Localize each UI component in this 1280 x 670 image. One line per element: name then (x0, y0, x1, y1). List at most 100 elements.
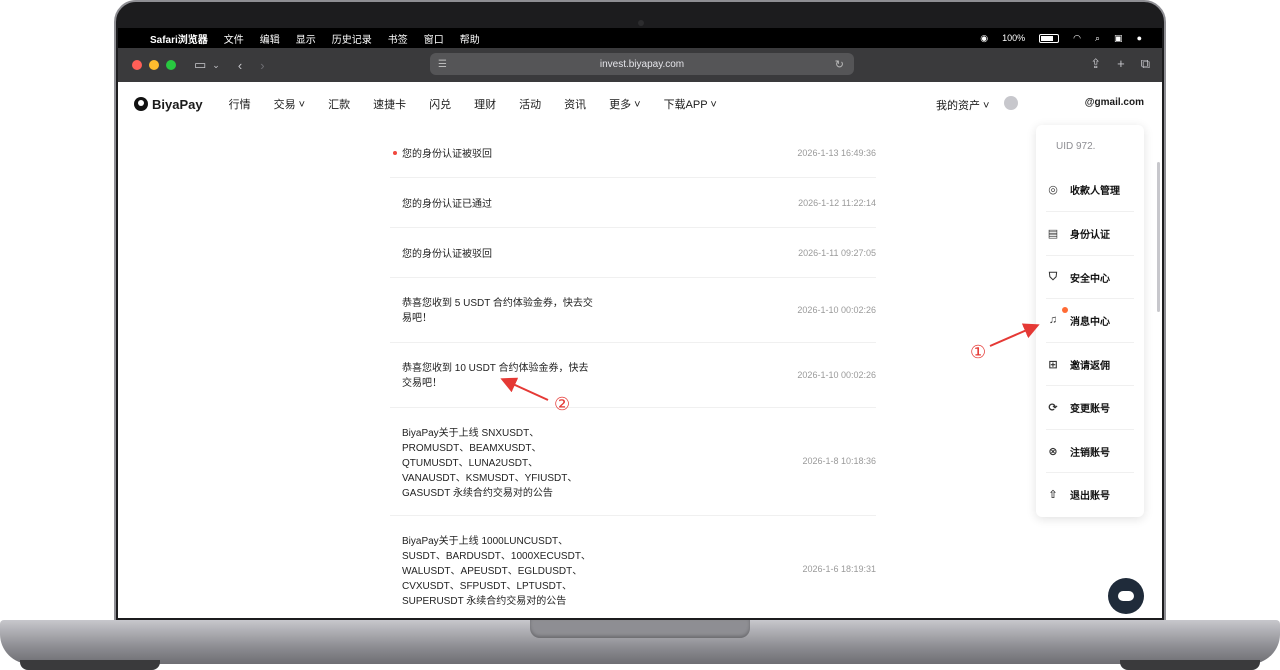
menu-window[interactable]: 窗口 (424, 31, 444, 46)
menu-label: 身份认证 (1070, 229, 1110, 241)
menu-change-account[interactable]: ⟳ 变更账号 (1046, 385, 1134, 428)
page-settings-icon[interactable]: ☰ (438, 59, 447, 70)
message-text: 恭喜您收到 5 USDT 合约体验金券，快去交易吧！ (402, 298, 593, 324)
nav-download-app[interactable]: 下载APP ˅ (664, 96, 717, 112)
menu-label: 退出账号 (1070, 490, 1110, 502)
user-icon[interactable]: ◉ (980, 33, 988, 44)
menubar-status: ◉ 100% ◠ ⌕ ▣ ● (980, 28, 1142, 48)
gift-icon: ⊞ (1048, 358, 1058, 371)
menu-delete-account[interactable]: ⊗ 注销账号 (1046, 429, 1134, 472)
camera (638, 20, 644, 26)
mac-menubar: Safari浏览器 文件 编辑 显示 历史记录 书签 窗口 帮助 ◉ 100% … (118, 28, 1162, 48)
menu-label: 注销账号 (1070, 447, 1110, 459)
message-time: 2026-1-12 11:22:14 (798, 198, 876, 208)
chat-icon (1118, 591, 1134, 601)
logout-icon: ⇧ (1048, 488, 1058, 501)
battery-icon[interactable] (1039, 33, 1060, 43)
list-item[interactable]: BiyaPay关于上线 SNXUSDT、PROMUSDT、BEAMXUSDT、Q… (390, 408, 876, 516)
my-assets-menu[interactable]: 我的资产 ˅ (936, 97, 989, 113)
message-text: 您的身份认证被驳回 (402, 149, 492, 160)
menu-message-center[interactable]: ♫ 消息中心 (1046, 298, 1134, 341)
list-item[interactable]: 您的身份认证被驳回 2026-1-13 16:49:36 (390, 128, 876, 178)
nav-swap[interactable]: 闪兑 (429, 96, 451, 112)
nav-more[interactable]: 更多 ˅ (609, 96, 640, 112)
message-text: 您的身份认证被驳回 (402, 249, 492, 260)
message-time: 2026-1-8 10:18:36 (802, 456, 876, 466)
notification-badge (1062, 307, 1068, 313)
screen: Safari浏览器 文件 编辑 显示 历史记录 书签 窗口 帮助 ◉ 100% … (118, 28, 1162, 618)
tab-overview-icon[interactable]: ⧉ (1141, 56, 1150, 72)
nav-events[interactable]: 活动 (519, 96, 541, 112)
message-list: 您的身份认证被驳回 2026-1-13 16:49:36 您的身份认证已通过 2… (390, 128, 876, 618)
menu-identity-verification[interactable]: ▤ 身份认证 (1046, 211, 1134, 254)
new-tab-icon[interactable]: + (1117, 56, 1125, 72)
web-page: BiyaPay 行情 交易 ˅ 汇款 速捷卡 闪兑 理财 活动 资讯 更多 ˅ … (118, 82, 1162, 618)
address-bar[interactable]: ☰ invest.biyapay.com ↻ (430, 53, 854, 75)
menu-edit[interactable]: 编辑 (260, 31, 280, 46)
list-item[interactable]: BiyaPay关于上线 1000LUNCUSDT、SUSDT、BARDUSDT、… (390, 516, 876, 618)
nav-news[interactable]: 资讯 (564, 96, 586, 112)
site-header: BiyaPay 行情 交易 ˅ 汇款 速捷卡 闪兑 理财 活动 资讯 更多 ˅ … (118, 82, 1162, 126)
menu-payee-management[interactable]: ◎ 收款人管理 (1046, 168, 1134, 211)
reload-icon[interactable]: ↻ (835, 58, 844, 71)
message-text: BiyaPay关于上线 SNXUSDT、PROMUSDT、BEAMXUSDT、Q… (402, 428, 578, 499)
site-logo[interactable]: BiyaPay (134, 97, 203, 112)
list-item[interactable]: 您的身份认证被驳回 2026-1-11 09:27:05 (390, 228, 876, 278)
nav-card[interactable]: 速捷卡 (373, 96, 406, 112)
share-icon[interactable]: ⇪ (1090, 56, 1101, 72)
menu-label: 安全中心 (1070, 273, 1110, 285)
user-circle-icon: ◎ (1048, 184, 1058, 196)
menu-bookmarks[interactable]: 书签 (388, 31, 408, 46)
control-center-icon[interactable]: ▣ (1114, 33, 1123, 44)
list-item[interactable]: 恭喜您收到 10 USDT 合约体验金券，快去交易吧！ 2026-1-10 00… (390, 343, 876, 408)
menu-file[interactable]: 文件 (224, 31, 244, 46)
scrollbar[interactable] (1157, 162, 1160, 312)
nav-market[interactable]: 行情 (229, 96, 251, 112)
nav-remit[interactable]: 汇款 (328, 96, 350, 112)
message-text: 恭喜您收到 10 USDT 合约体验金券，快去交易吧！ (402, 363, 589, 389)
url-text: invest.biyapay.com (599, 58, 685, 70)
close-window-button[interactable] (132, 60, 142, 70)
shield-icon: ⛉ (1048, 270, 1058, 283)
list-item[interactable]: 恭喜您收到 5 USDT 合约体验金券，快去交易吧！ 2026-1-10 00:… (390, 278, 876, 343)
wifi-icon[interactable]: ◠ (1073, 33, 1081, 44)
message-text: 您的身份认证已通过 (402, 199, 492, 210)
account-dropdown: UID 972. ◎ 收款人管理 ▤ 身份认证 ⛉ 安全中心 ♫ 消息中心 ⊞ … (1036, 125, 1144, 517)
battery-percent: 100% (1002, 33, 1026, 43)
spotlight-icon[interactable]: ⌕ (1095, 33, 1100, 44)
forward-icon[interactable]: › (260, 58, 264, 73)
annotation-2: ② (554, 394, 571, 415)
menu-view[interactable]: 显示 (296, 31, 316, 46)
logo-icon (134, 97, 148, 111)
menu-history[interactable]: 历史记录 (332, 31, 372, 46)
menu-referral[interactable]: ⊞ 邀请返佣 (1046, 342, 1134, 385)
menu-label: 邀请返佣 (1070, 360, 1110, 372)
menu-help[interactable]: 帮助 (460, 31, 480, 46)
menu-logout[interactable]: ⇧ 退出账号 (1046, 472, 1134, 515)
chat-support-button[interactable] (1108, 578, 1144, 614)
annotation-1: ① (970, 342, 987, 363)
message-time: 2026-1-10 00:02:26 (797, 370, 876, 380)
menu-app[interactable]: Safari浏览器 (150, 31, 208, 46)
message-time: 2026-1-6 18:19:31 (802, 564, 876, 574)
fullscreen-window-button[interactable] (166, 60, 176, 70)
unread-dot (393, 151, 397, 155)
list-item[interactable]: 您的身份认证已通过 2026-1-12 11:22:14 (390, 178, 876, 228)
chevron-down-icon[interactable]: ⌄ (212, 60, 220, 71)
menu-label: 收款人管理 (1070, 186, 1120, 197)
avatar[interactable] (1004, 96, 1018, 110)
menu-security-center[interactable]: ⛉ 安全中心 (1046, 255, 1134, 298)
back-icon[interactable]: ‹ (238, 58, 242, 73)
message-text: BiyaPay关于上线 1000LUNCUSDT、SUSDT、BARDUSDT、… (402, 536, 591, 607)
minimize-window-button[interactable] (149, 60, 159, 70)
nav-trade[interactable]: 交易 ˅ (274, 96, 305, 112)
message-time: 2026-1-13 16:49:36 (797, 148, 876, 158)
logo-text: BiyaPay (152, 96, 203, 112)
laptop-notch (530, 620, 750, 638)
sidebar-icon[interactable]: ▭ (194, 57, 206, 73)
laptop-foot-left (20, 660, 160, 670)
user-email[interactable]: @gmail.com (1085, 97, 1144, 108)
siri-icon[interactable]: ● (1137, 33, 1142, 43)
menu-label: 消息中心 (1070, 316, 1110, 328)
nav-finance[interactable]: 理财 (474, 96, 496, 112)
